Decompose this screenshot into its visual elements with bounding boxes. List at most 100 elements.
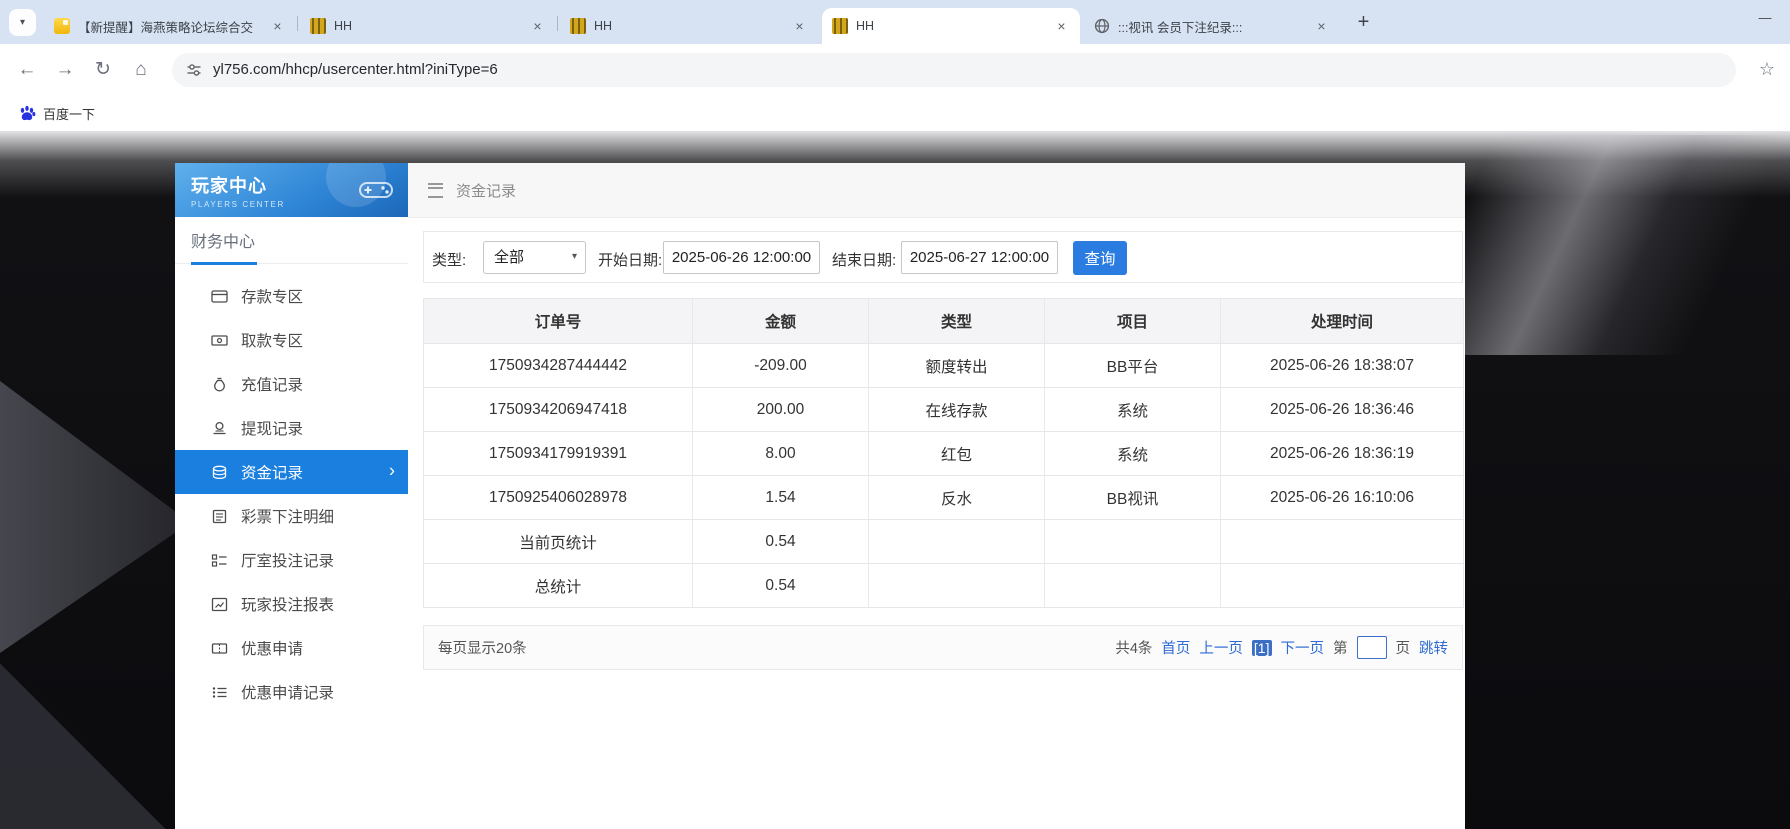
menu-icon xyxy=(428,183,443,198)
type-select-control[interactable]: 全部 xyxy=(483,241,586,274)
start-date-label: 开始日期: xyxy=(598,249,662,270)
cell-type: 反水 xyxy=(869,476,1045,520)
pagination-controls: 共4条 首页 上一页 [1] 下一页 第 页 跳转 xyxy=(1115,636,1448,659)
cell-time: 2025-06-26 16:10:06 xyxy=(1221,476,1464,520)
sidebar-item-deposit-zone[interactable]: 存款专区 xyxy=(175,274,408,318)
url-text: yl756.com/hhcp/usercenter.html?iniType=6 xyxy=(213,61,498,78)
tab-hh-1[interactable]: HH × xyxy=(300,8,556,44)
cell-time: 2025-06-26 18:36:46 xyxy=(1221,388,1464,432)
ticket-icon xyxy=(211,641,228,656)
tab-title: :::视讯 会员下注纪录::: xyxy=(1118,17,1305,36)
sidebar-item-label: 存款专区 xyxy=(241,285,303,307)
jump-button[interactable]: 跳转 xyxy=(1419,637,1448,658)
tab-hh-2[interactable]: HH × xyxy=(560,8,818,44)
sidebar-item-promo-apply[interactable]: 优惠申请 xyxy=(175,626,408,670)
close-icon[interactable]: × xyxy=(1313,18,1330,35)
cell-type: 在线存款 xyxy=(869,388,1045,432)
sidebar-item-label: 优惠申请记录 xyxy=(241,681,334,703)
players-center-title: 玩家中心 xyxy=(191,172,285,198)
next-page-link[interactable]: 下一页 xyxy=(1281,637,1325,658)
sidebar-item-label: 提现记录 xyxy=(241,417,303,439)
close-icon[interactable]: × xyxy=(1053,18,1070,35)
cell-order-no: 1750934206947418 xyxy=(424,388,693,432)
back-button[interactable]: ← xyxy=(10,53,44,87)
minimize-button[interactable]: — xyxy=(1750,4,1780,30)
cell-time: 2025-06-26 18:38:07 xyxy=(1221,344,1464,388)
page-title: 资金记录 xyxy=(456,180,516,201)
bookmark-star-icon[interactable]: ☆ xyxy=(1750,53,1784,87)
cell-project: BB视讯 xyxy=(1045,476,1221,520)
bookmark-baidu[interactable]: 百度一下 xyxy=(12,101,101,126)
sidebar-menu: 存款专区 取款专区 充值记录 提现记录 资金记录 › xyxy=(175,264,408,714)
table-row-total-summary: 总统计 0.54 xyxy=(424,564,1464,608)
tab-separator xyxy=(297,16,298,31)
home-button[interactable]: ⌂ xyxy=(124,53,158,87)
sidebar-item-player-bet-report[interactable]: 玩家投注报表 xyxy=(175,582,408,626)
cell-empty xyxy=(1221,520,1464,564)
tab-search-button[interactable]: ▾ xyxy=(9,9,36,36)
sidebar-item-funds-record[interactable]: 资金记录 › xyxy=(175,450,408,494)
sidebar-item-label: 优惠申请 xyxy=(241,637,303,659)
tab-title: HH xyxy=(856,19,1045,33)
reload-button[interactable]: ↻ xyxy=(86,53,120,87)
hh-gold-favicon-icon xyxy=(310,18,326,34)
filter-panel: 类型: 全部 ▾ 开始日期: 结束日期: 查询 xyxy=(423,231,1463,283)
cell-summary-label: 总统计 xyxy=(424,564,693,608)
new-tab-button[interactable]: + xyxy=(1350,9,1377,36)
sidebar-item-lottery-bet-detail[interactable]: 彩票下注明细 xyxy=(175,494,408,538)
bookmarks-bar: 百度一下 xyxy=(0,95,1790,131)
report-chart-icon xyxy=(211,597,228,612)
funds-table: 订单号 金额 类型 项目 处理时间 1750934287444442 -209.… xyxy=(423,298,1464,608)
prev-page-link[interactable]: 上一页 xyxy=(1199,637,1243,658)
page-jump-input[interactable] xyxy=(1357,636,1387,659)
sidebar-item-label: 彩票下注明细 xyxy=(241,505,334,527)
sidebar-item-hall-bet-record[interactable]: 厅室投注记录 xyxy=(175,538,408,582)
list-grid-icon xyxy=(211,553,228,568)
end-date-input[interactable] xyxy=(901,241,1058,274)
sidebar-item-label: 取款专区 xyxy=(241,329,303,351)
banknote-icon xyxy=(211,333,228,348)
end-date-label: 结束日期: xyxy=(832,249,896,270)
site-info-icon[interactable] xyxy=(186,62,202,78)
cell-order-no: 1750934287444442 xyxy=(424,344,693,388)
jump-suffix-label: 页 xyxy=(1396,637,1411,658)
page-background: 玩家中心 PLAYERS CENTER 财务中心 存款专区 xyxy=(0,131,1790,829)
sidebar-item-recharge-record[interactable]: 充值记录 xyxy=(175,362,408,406)
close-icon[interactable]: × xyxy=(529,18,546,35)
cell-project: BB平台 xyxy=(1045,344,1221,388)
sidebar-header-text: 玩家中心 PLAYERS CENTER xyxy=(191,172,285,209)
deposit-card-icon xyxy=(211,289,228,304)
tab-hh-active[interactable]: HH × xyxy=(822,8,1080,44)
tab-forum[interactable]: 【新提醒】海燕策略论坛综合交 × xyxy=(44,8,296,44)
cell-amount: 8.00 xyxy=(693,432,869,476)
background-streak xyxy=(1410,135,1790,355)
type-select[interactable]: 全部 ▾ xyxy=(483,241,586,274)
search-button[interactable]: 查询 xyxy=(1073,241,1127,275)
baidu-paw-icon xyxy=(18,104,36,122)
first-page-link[interactable]: 首页 xyxy=(1161,637,1190,658)
cell-empty xyxy=(869,520,1045,564)
close-icon[interactable]: × xyxy=(791,18,808,35)
table-header-row: 订单号 金额 类型 项目 处理时间 xyxy=(424,299,1464,344)
forward-button[interactable]: → xyxy=(48,53,82,87)
close-icon[interactable]: × xyxy=(269,18,286,35)
address-bar[interactable]: yl756.com/hhcp/usercenter.html?iniType=6 xyxy=(172,53,1736,87)
column-header: 处理时间 xyxy=(1221,299,1464,344)
page-size-text: 每页显示20条 xyxy=(438,637,527,658)
sidebar-item-label: 玩家投注报表 xyxy=(241,593,334,615)
start-date-input[interactable] xyxy=(663,241,820,274)
sidebar-item-withdrawal-record[interactable]: 提现记录 xyxy=(175,406,408,450)
bookmark-label: 百度一下 xyxy=(43,104,95,123)
current-page-indicator[interactable]: [1] xyxy=(1252,640,1272,656)
sidebar-item-label: 厅室投注记录 xyxy=(241,549,334,571)
tab-video-records[interactable]: :::视讯 会员下注纪录::: × xyxy=(1084,8,1340,44)
sidebar-item-withdraw-zone[interactable]: 取款专区 xyxy=(175,318,408,362)
sidebar-item-label: 充值记录 xyxy=(241,373,303,395)
cell-order-no: 1750925406028978 xyxy=(424,476,693,520)
sidebar-item-promo-apply-record[interactable]: 优惠申请记录 xyxy=(175,670,408,714)
hh-gold-favicon-icon xyxy=(570,18,586,34)
cell-order-no: 1750934179919391 xyxy=(424,432,693,476)
sidebar-item-label: 资金记录 xyxy=(241,461,303,483)
tab-title: HH xyxy=(334,19,521,33)
cell-summary-label: 当前页统计 xyxy=(424,520,693,564)
